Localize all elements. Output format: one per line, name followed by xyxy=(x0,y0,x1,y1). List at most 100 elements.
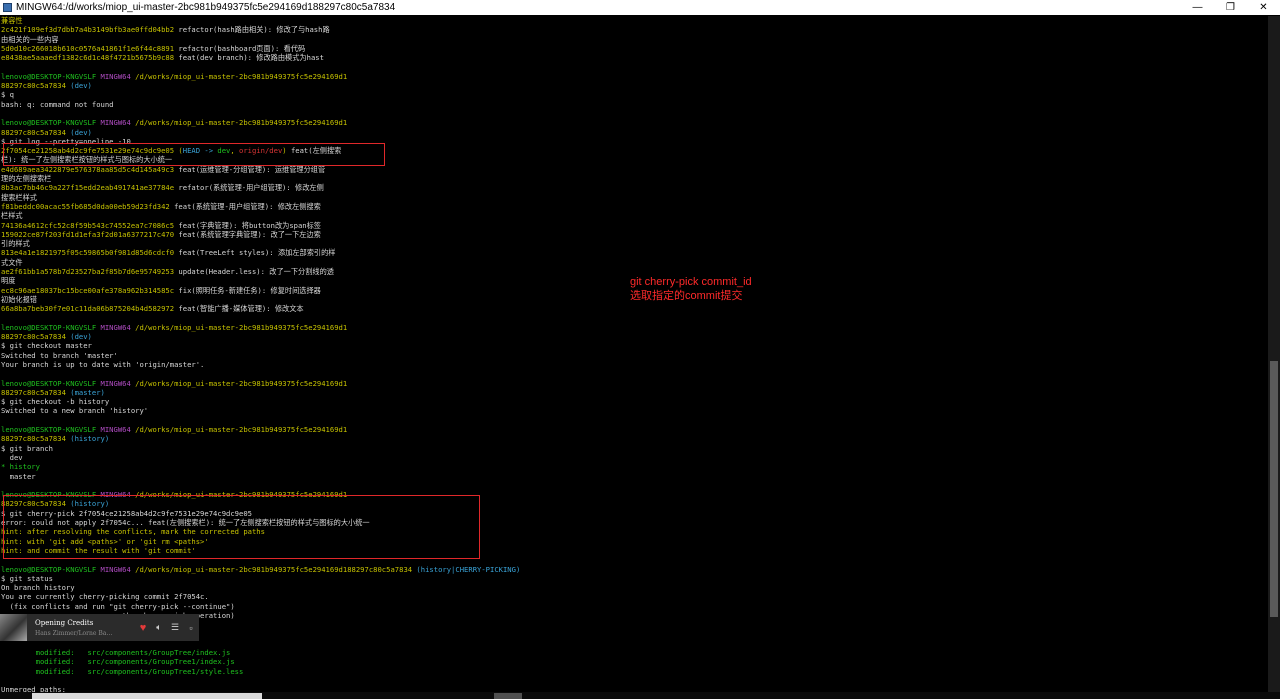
terminal-line: 栏样式 xyxy=(1,211,1263,220)
terminal-text: 88297c80c5a7834 xyxy=(1,81,66,91)
terminal-text: 159022ce87f203fd1d1efa3f2d01a6377217c470 xyxy=(1,229,175,239)
terminal-line: $ q xyxy=(1,90,1263,99)
expand-icon[interactable]: ▫ xyxy=(183,620,199,636)
highlight-box-cherry-pick xyxy=(3,495,480,559)
terminal-text: update(Header.less): 改了一下分割线的透 xyxy=(174,267,334,277)
terminal-text: MINGW64 xyxy=(100,378,136,388)
terminal-text: fix(照明任务-新建任务): 修复时间选择器 xyxy=(174,285,321,295)
terminal-text: lenovo@DESKTOP-KNGVSLF xyxy=(1,322,101,332)
terminal-text: modified: src/components/GroupTree/index… xyxy=(1,648,231,658)
terminal-text: /d/works/miop_ui-master-2bc981b949375fc5… xyxy=(135,425,348,435)
terminal-text: feat(智能广播-媒体管理): 修改文本 xyxy=(174,304,304,314)
volume-icon[interactable]: 🔈︎ xyxy=(151,620,167,636)
terminal-line: lenovo@DESKTOP-KNGVSLF MINGW64 /d/works/… xyxy=(1,425,1263,434)
song-title: Opening Credits xyxy=(35,618,94,627)
taskbar-strip xyxy=(0,692,1280,699)
maximize-button[interactable]: ❐ xyxy=(1214,0,1247,15)
close-button[interactable]: ✕ xyxy=(1247,0,1280,15)
terminal-text: MINGW64 xyxy=(100,71,136,81)
minimize-button[interactable]: — xyxy=(1181,0,1214,15)
vertical-scrollbar[interactable] xyxy=(1268,16,1280,692)
terminal-text: 引的样式 xyxy=(1,239,30,249)
terminal-text: 初始化报错 xyxy=(1,294,37,304)
scrollbar-thumb[interactable] xyxy=(1270,361,1278,617)
terminal-text: 理的左侧搜索栏 xyxy=(1,174,52,184)
terminal-text: lenovo@DESKTOP-KNGVSLF xyxy=(1,71,101,81)
terminal-line: lenovo@DESKTOP-KNGVSLF MINGW64 /d/works/… xyxy=(1,72,1263,81)
terminal-text: (dev) xyxy=(65,81,92,91)
mingw-app-icon xyxy=(3,3,12,12)
terminal-line: f81beddc00acac55fb685d0da00eb59d23fd342 … xyxy=(1,202,1263,211)
terminal-text: $ git checkout -b history xyxy=(1,397,110,407)
terminal-line: 88297c80c5a7834 (dev) xyxy=(1,81,1263,90)
terminal-text: /d/works/miop_ui-master-2bc981b949375fc5… xyxy=(135,564,413,574)
album-art xyxy=(0,614,27,641)
terminal-line: 88297c80c5a7834 (dev) xyxy=(1,332,1263,341)
terminal-text: ae2f61bb1a578b7d23527ba2f85b7d6e95749253 xyxy=(1,267,175,277)
terminal-text: lenovo@DESKTOP-KNGVSLF xyxy=(1,118,101,128)
terminal-text: $ git status xyxy=(1,573,53,583)
terminal-line: lenovo@DESKTOP-KNGVSLF MINGW64 /d/works/… xyxy=(1,118,1263,127)
track-info: Opening Credits Hans Zimmer/Lorne Ba… xyxy=(35,619,135,637)
taskbar-segment xyxy=(32,693,262,699)
song-artist: Hans Zimmer/Lorne Ba… xyxy=(35,629,113,637)
terminal-text: 明度 xyxy=(1,276,16,286)
terminal-text: 2c421f109ef3d7dbb7a4b3149bfb3ae0ffd04bb2 xyxy=(1,25,175,35)
terminal-text: Switched to branch 'master' xyxy=(1,350,118,360)
terminal-line: 5d0d10c266018b610c0576a41861f1e6f44c8891… xyxy=(1,44,1263,53)
terminal-line: modified: src/components/GroupTree1/styl… xyxy=(1,667,1263,676)
terminal-line: 159022ce87f203fd1d1efa3f2d01a6377217c470… xyxy=(1,230,1263,239)
annotation-note: git cherry-pick commit_id 选取指定的commit提交 xyxy=(630,275,752,303)
terminal-text: refactor(bashboard页面): 看代码 xyxy=(174,43,306,53)
terminal-text: (history) xyxy=(65,434,110,444)
terminal-output[interactable]: 兼容性 2c421f109ef3d7dbb7a4b3149bfb3ae0ffd04… xyxy=(1,16,1263,692)
terminal-text: /d/works/miop_ui-master-2bc981b949375fc5… xyxy=(135,118,348,128)
terminal-text: 兼容性 xyxy=(1,16,23,25)
terminal-text: feat(dev branch): 修改路由模式为hast xyxy=(174,53,324,63)
terminal-text: * history xyxy=(1,462,40,472)
terminal-text: 88297c80c5a7834 xyxy=(1,434,66,444)
terminal-line: 2c421f109ef3d7dbb7a4b3149bfb3ae0ffd04bb2… xyxy=(1,25,1263,34)
terminal-text: feat(系统管理字典管理): 改了一下左边索 xyxy=(174,229,321,239)
terminal-text: lenovo@DESKTOP-KNGVSLF xyxy=(1,378,101,388)
terminal-text: f81beddc00acac55fb685d0da00eb59d23fd342 xyxy=(1,201,170,211)
terminal-line: $ git status xyxy=(1,574,1263,583)
terminal-text: modified: src/components/GroupTree1/styl… xyxy=(1,666,244,676)
heart-icon[interactable]: ♥ xyxy=(135,620,151,636)
terminal-text: feat(运维管理-分组管理): 运维管理分组管 xyxy=(174,164,326,174)
terminal-line: 由相关的一些内容 xyxy=(1,35,1263,44)
terminal-line: 搜索栏样式 xyxy=(1,193,1263,202)
terminal-text: You are currently cherry-picking commit … xyxy=(1,592,209,602)
terminal-text: 74136a4612cfc52c8f59b543c74552ea7c7086c5 xyxy=(1,220,175,230)
terminal-text: feat(TreeLeft styles): 添加左部索引的样 xyxy=(174,248,336,258)
terminal-text: lenovo@DESKTOP-KNGVSLF xyxy=(1,564,101,574)
terminal-line: bash: q: command not found xyxy=(1,100,1263,109)
terminal-text: Your branch is up to date with 'origin/m… xyxy=(1,359,205,369)
terminal-text: (dev) xyxy=(65,332,92,342)
playlist-icon[interactable]: ☰ xyxy=(167,620,183,636)
terminal-text: e4d689aea3422879e576378aa85d5c4d145a49c3 xyxy=(1,164,175,174)
terminal-text: master xyxy=(1,471,36,481)
terminal-line: 引的样式 xyxy=(1,239,1263,248)
terminal-line: $ git checkout -b history xyxy=(1,397,1263,406)
terminal-text: $ git checkout master xyxy=(1,341,92,351)
terminal-line: 8b3ac7bb46c9a227f15edd2eab491741ae37784e… xyxy=(1,183,1263,192)
terminal-line: 兼容性 xyxy=(1,16,1263,25)
terminal-line: 理的左侧搜索栏 xyxy=(1,174,1263,183)
taskbar-segment-dark xyxy=(494,693,522,699)
terminal-text: 搜索栏样式 xyxy=(1,192,37,202)
terminal-text: /d/works/miop_ui-master-2bc981b949375fc5… xyxy=(135,378,348,388)
terminal-text: On branch history xyxy=(1,583,75,593)
terminal-line: lenovo@DESKTOP-KNGVSLF MINGW64 /d/works/… xyxy=(1,379,1263,388)
annotation-line-description: 选取指定的commit提交 xyxy=(630,290,743,302)
terminal-line: Switched to branch 'master' xyxy=(1,351,1263,360)
terminal-text: ec8c96ae18037bc15bce00afe378a962b314585c xyxy=(1,285,175,295)
terminal-text: e8438ae5aaaedf1382c6d1c48f4721b5675b9c88 xyxy=(1,53,175,63)
terminal-line: On branch history xyxy=(1,583,1263,592)
music-mini-player[interactable]: Opening Credits Hans Zimmer/Lorne Ba… ♥ … xyxy=(0,614,199,641)
